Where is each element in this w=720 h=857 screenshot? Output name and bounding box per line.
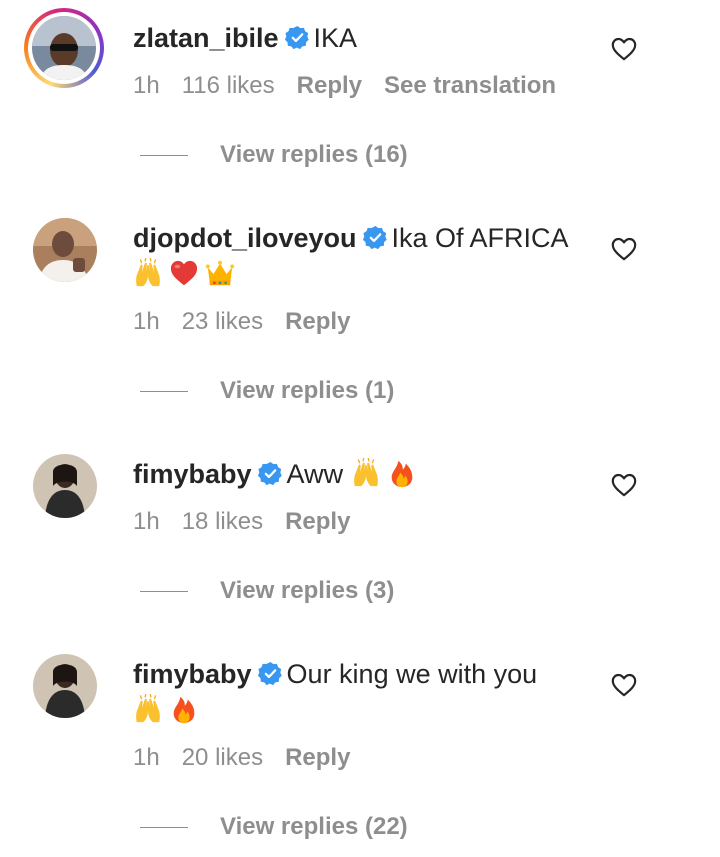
fire-icon <box>169 694 199 724</box>
view-replies-label: View replies (1) <box>220 377 395 404</box>
view-replies-button[interactable]: View replies (1) <box>140 377 394 407</box>
comment-time: 1h <box>133 744 160 771</box>
username[interactable]: zlatan_ibile <box>133 23 279 53</box>
username[interactable]: fimybaby <box>133 659 252 689</box>
reply-button[interactable]: Reply <box>285 744 350 771</box>
avatar[interactable] <box>33 654 97 718</box>
comment-meta: 1h 116 likes Reply See translation <box>133 72 578 100</box>
divider-line <box>140 826 188 829</box>
raising-hands-icon <box>133 258 163 288</box>
comment-time: 1h <box>133 308 160 335</box>
red-heart-icon <box>169 258 199 288</box>
view-replies-label: View replies (22) <box>220 813 408 840</box>
crown-icon <box>205 258 235 288</box>
comment-text: Our king we with you <box>286 659 538 689</box>
view-replies-button[interactable]: View replies (3) <box>140 577 394 607</box>
comment-body: fimybaby Our king we with you <box>133 656 593 728</box>
verified-badge-icon <box>363 225 388 250</box>
divider-line <box>140 390 188 393</box>
view-replies-label: View replies (3) <box>220 577 395 604</box>
comment-text: Aww <box>286 459 344 489</box>
like-count[interactable]: 116 likes <box>182 72 275 99</box>
like-count[interactable]: 23 likes <box>182 308 263 335</box>
comment-body: fimybaby Aww <box>133 456 593 492</box>
verified-badge-icon <box>258 461 283 486</box>
comment-body: zlatan_ibile IKA <box>133 20 593 56</box>
comment-meta: 1h 23 likes Reply <box>133 308 372 336</box>
comment-meta: 1h 18 likes Reply <box>133 508 372 536</box>
like-count[interactable]: 18 likes <box>182 508 263 535</box>
username[interactable]: fimybaby <box>133 459 252 489</box>
avatar[interactable] <box>24 8 104 88</box>
reply-button[interactable]: Reply <box>285 508 350 535</box>
view-replies-button[interactable]: View replies (16) <box>140 141 408 171</box>
comment-time: 1h <box>133 72 160 99</box>
comment-time: 1h <box>133 508 160 535</box>
username[interactable]: djopdot_iloveyou <box>133 223 357 253</box>
divider-line <box>140 154 188 157</box>
like-heart-icon[interactable] <box>611 473 637 497</box>
view-replies-button[interactable]: View replies (22) <box>140 813 408 843</box>
verified-badge-icon <box>258 661 283 686</box>
raising-hands-icon <box>351 458 381 488</box>
avatar[interactable] <box>33 218 97 282</box>
raising-hands-icon <box>133 694 163 724</box>
like-heart-icon[interactable] <box>611 237 637 261</box>
comment-meta: 1h 20 likes Reply <box>133 744 372 772</box>
like-count[interactable]: 20 likes <box>182 744 263 771</box>
verified-badge-icon <box>285 25 310 50</box>
comment-body: djopdot_iloveyou Ika Of AFRICA <box>133 220 593 292</box>
like-heart-icon[interactable] <box>611 673 637 697</box>
comment-text: Ika Of AFRICA <box>391 223 569 253</box>
like-heart-icon[interactable] <box>611 37 637 61</box>
avatar[interactable] <box>33 454 97 518</box>
fire-icon <box>387 458 417 488</box>
view-replies-label: View replies (16) <box>220 141 408 168</box>
reply-button[interactable]: Reply <box>297 72 362 99</box>
divider-line <box>140 590 188 593</box>
comment-text: IKA <box>313 23 358 53</box>
see-translation-button[interactable]: See translation <box>384 72 556 99</box>
reply-button[interactable]: Reply <box>285 308 350 335</box>
